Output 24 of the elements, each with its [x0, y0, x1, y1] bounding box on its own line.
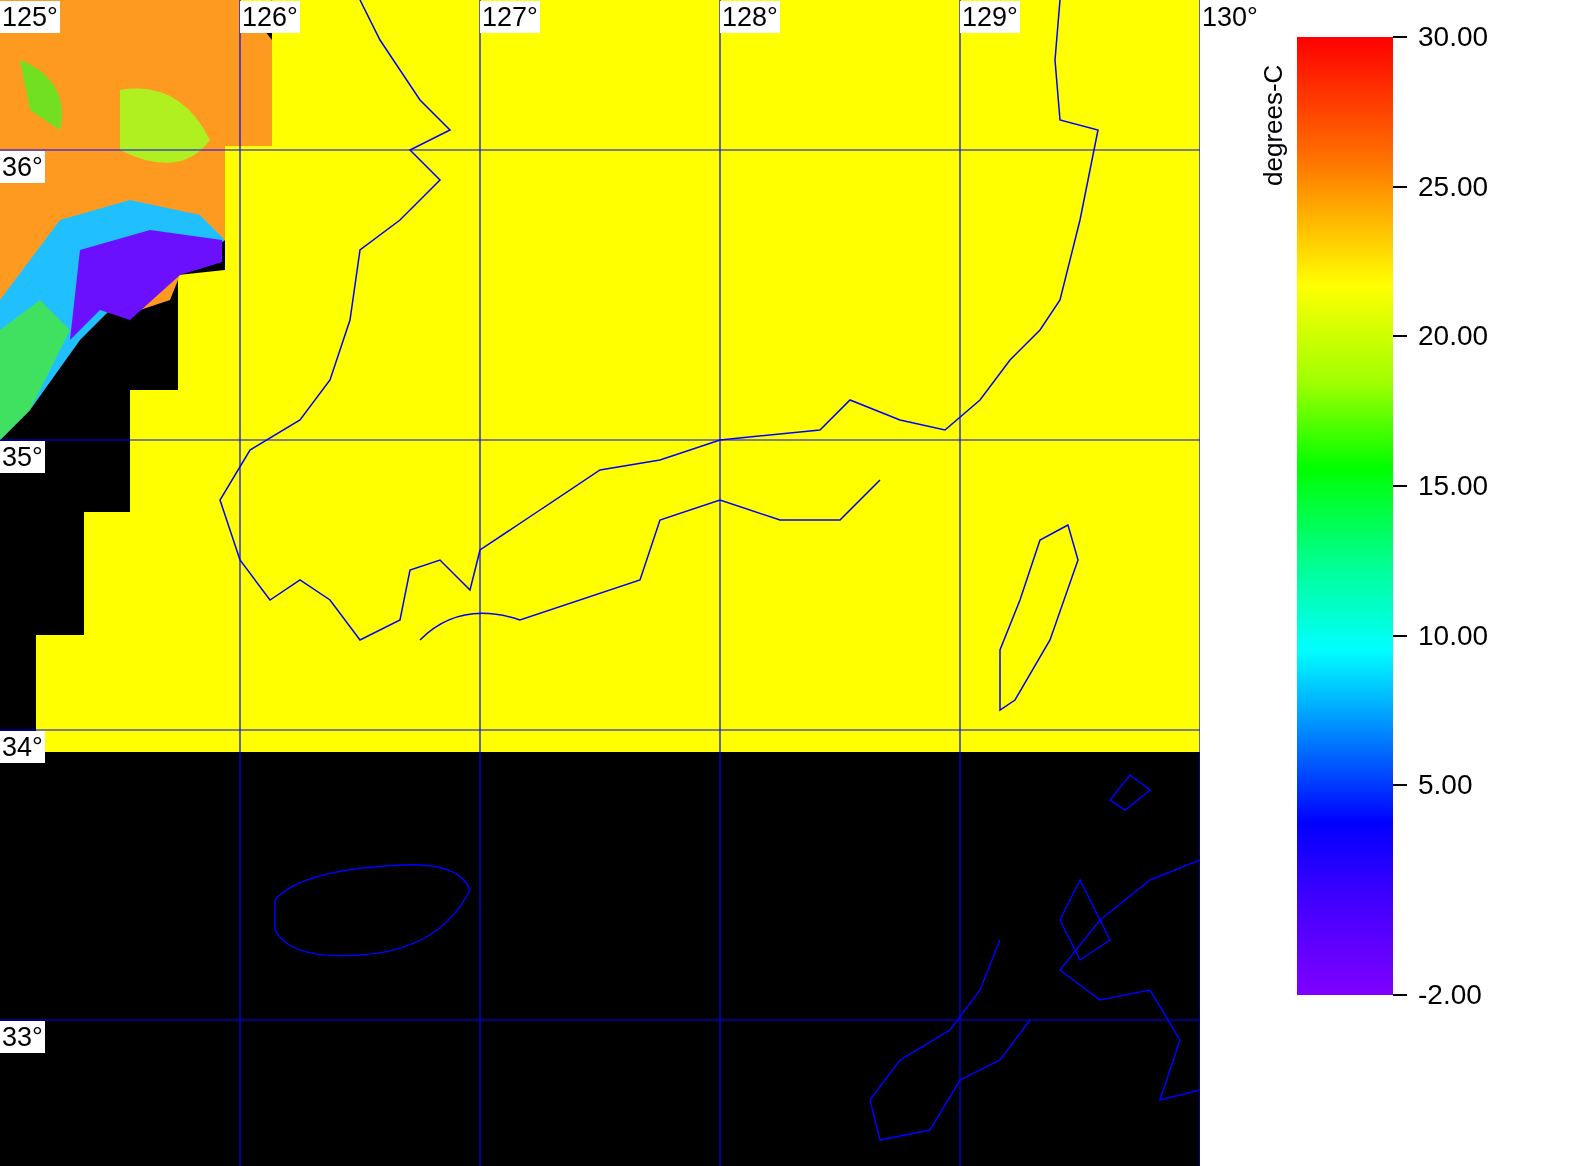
colorbar-tick	[1393, 994, 1407, 996]
latitude-label: 34°	[0, 731, 45, 763]
latitude-label: 35°	[0, 441, 45, 473]
longitude-label: 128°	[720, 1, 780, 33]
colorbar-tick-label: 15.00	[1418, 470, 1489, 503]
colorbar-tick	[1393, 784, 1407, 787]
colorbar-tick-label: 10.00	[1418, 619, 1489, 652]
latitude-label: 33°	[0, 1021, 45, 1053]
colorbar-tick	[1393, 335, 1407, 338]
colorbar-tick	[1393, 634, 1407, 637]
colorbar-title: degrees-C	[1258, 64, 1288, 186]
colorbar-tick-label: 5.00	[1418, 769, 1473, 802]
longitude-label: 129°	[960, 1, 1020, 33]
longitude-label: 125°	[0, 1, 60, 33]
colorbar-tick	[1393, 36, 1407, 38]
colorbar-tick	[1393, 185, 1407, 188]
longitude-label: 126°	[240, 1, 300, 33]
latitude-label: 36°	[0, 151, 45, 183]
colorbar-tick-label: 20.00	[1418, 320, 1489, 353]
colorbar-tick	[1393, 485, 1407, 488]
colorbar-tick-label: 30.00	[1418, 21, 1489, 53]
longitude-label: 127°	[480, 1, 540, 33]
colorbar-tick-label: 25.00	[1418, 170, 1489, 203]
colorbar-tick-label: -2.00	[1418, 979, 1482, 1011]
